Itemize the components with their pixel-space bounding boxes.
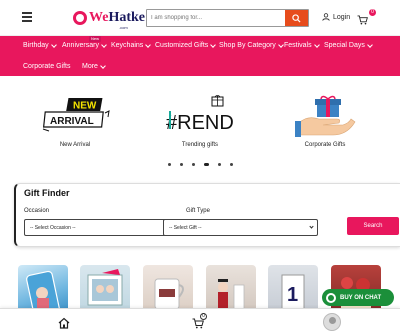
svg-text:NEW: NEW <box>73 101 97 112</box>
bottom-cart-button[interactable]: 0 <box>192 313 207 334</box>
chevron-down-icon <box>145 41 152 48</box>
home-icon <box>58 317 70 329</box>
nav-item-customized-gifts[interactable]: Customized Gifts <box>155 41 217 49</box>
svg-text:ARRIVAL: ARRIVAL <box>50 116 94 127</box>
nav-item-anniversary[interactable]: Anniversary <box>62 41 107 49</box>
nav-item-birthday[interactable]: Birthday <box>23 41 57 49</box>
carousel-dot-active[interactable] <box>204 163 209 166</box>
new-badge: New <box>89 36 102 42</box>
svg-text:1: 1 <box>287 284 298 306</box>
cart-icon <box>357 15 368 25</box>
gift-type-select[interactable]: -- Select Gift -- <box>163 219 318 236</box>
carousel-dot[interactable] <box>180 163 183 166</box>
logo-text: WeHatke <box>89 10 146 25</box>
chevron-down-icon <box>50 41 57 48</box>
feature-corporate-gifts[interactable]: Corporate Gifts <box>285 95 365 148</box>
carousel-dot[interactable] <box>230 163 233 166</box>
feature-new-arrival[interactable]: NEW ARRIVAL New Arrival <box>35 95 115 148</box>
login-link[interactable]: Login <box>322 13 350 21</box>
new-arrival-icon: NEW ARRIVAL <box>42 98 110 132</box>
login-label: Login <box>333 13 351 21</box>
feature-caption: New Arrival <box>59 142 91 148</box>
carousel-dots <box>168 163 233 166</box>
nav-item-more[interactable]: More <box>82 62 106 70</box>
bottom-cart-count-badge: 0 <box>200 313 207 320</box>
chevron-down-icon <box>309 224 314 229</box>
search-button[interactable] <box>285 10 308 26</box>
carousel-dot[interactable] <box>218 163 221 166</box>
chevron-down-icon <box>100 62 106 69</box>
trending-icon: #REND <box>166 95 234 134</box>
home-button[interactable] <box>58 316 70 334</box>
svg-text:#REND: #REND <box>166 112 234 134</box>
logo-mark-icon <box>73 11 87 25</box>
carousel-dot[interactable] <box>168 163 171 166</box>
occasion-label: Occasion <box>24 208 50 214</box>
gift-finder-search-button[interactable]: Search <box>347 217 399 235</box>
gift-type-label: Gift Type <box>186 208 210 214</box>
top-header: WeHatke .com Login 0 <box>0 0 400 36</box>
feature-caption: Corporate Gifts <box>304 142 346 148</box>
menu-icon[interactable] <box>22 12 32 22</box>
gift-finder: Gift Finder Occasion -- Select Occasion … <box>14 183 400 247</box>
occasion-select[interactable]: -- Select Occasion -- <box>24 219 174 236</box>
chevron-down-icon <box>367 41 373 48</box>
gift-hand-icon <box>295 95 356 137</box>
site-logo[interactable]: WeHatke .com <box>73 6 145 30</box>
chevron-down-icon <box>101 41 107 48</box>
nav-item-keychains[interactable]: Keychains <box>111 41 152 49</box>
feature-caption: Trending gifts <box>181 142 219 148</box>
nav-item-festivals[interactable]: Festivals <box>284 41 320 49</box>
cart-count-badge: 0 <box>369 9 376 16</box>
buy-on-chat-button[interactable]: BUY ON CHAT <box>322 289 394 306</box>
logo-domain: .com <box>119 25 128 30</box>
nav-item-special-days[interactable]: Special Days <box>324 41 373 49</box>
user-icon <box>322 13 330 21</box>
whatsapp-icon <box>326 292 336 303</box>
search-bar <box>146 9 309 27</box>
avatar[interactable] <box>323 313 341 331</box>
chevron-down-icon <box>210 41 217 48</box>
chevron-down-icon <box>277 41 284 48</box>
bottom-navigation: 0 <box>0 308 400 335</box>
chevron-down-icon <box>313 41 320 48</box>
feature-trending-gifts[interactable]: #REND Trending gifts <box>160 95 240 148</box>
gift-finder-title: Gift Finder <box>24 188 70 198</box>
nav-item-corporate-gifts[interactable]: Corporate Gifts <box>23 63 70 70</box>
category-nav: Birthday Anniversary Keychains Customize… <box>0 36 400 76</box>
search-icon <box>292 13 301 23</box>
nav-item-shop-by-category[interactable]: Shop By Category <box>219 41 284 49</box>
carousel-dot[interactable] <box>192 163 195 166</box>
chat-label: BUY ON CHAT <box>340 294 382 301</box>
cart-button[interactable]: 0 <box>357 9 376 30</box>
feature-carousel: NEW ARRIVAL New Arrival #REND Trending g… <box>0 76 400 176</box>
search-input[interactable] <box>147 10 285 26</box>
